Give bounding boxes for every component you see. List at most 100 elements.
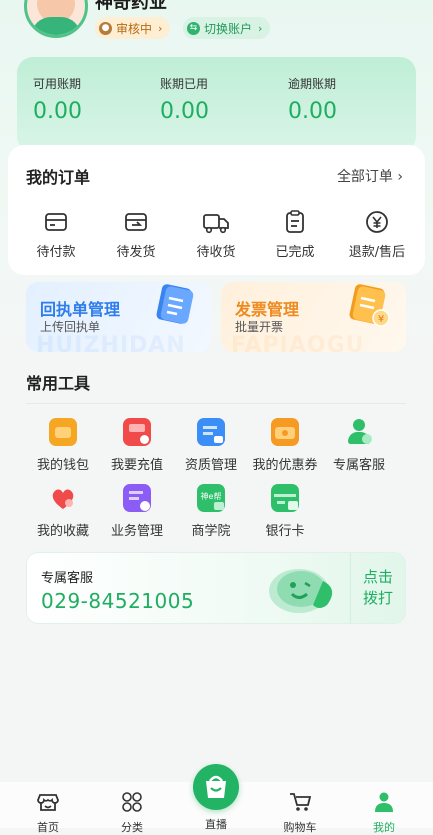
agent-icon — [345, 418, 373, 446]
cart-icon — [290, 793, 312, 811]
switch-account-button[interactable]: ⇆ 切换账户 › — [183, 17, 271, 39]
account-used[interactable]: 账期已用 0.00 — [160, 75, 209, 124]
tab-home[interactable]: 首页 — [18, 792, 78, 835]
order-pending-shipment[interactable]: 待发货 — [101, 209, 171, 260]
service-phone: 029-84521005 — [41, 589, 195, 613]
tool-label: 我要充值 — [110, 458, 163, 473]
account-value: 0.00 — [33, 99, 82, 124]
wallet-card-icon — [45, 213, 67, 231]
avatar-shirt — [31, 17, 81, 35]
account-overdue[interactable]: 逾期账期 0.00 — [288, 75, 337, 124]
tab-cart[interactable]: 购物车 — [270, 792, 330, 835]
tool-favorites[interactable]: 我的收藏 — [26, 484, 100, 539]
bank-card-icon — [271, 484, 299, 512]
order-refund[interactable]: 退款/售后 — [338, 209, 416, 260]
status-badge[interactable]: ● 审核中 › — [95, 17, 171, 39]
mascot-icon — [269, 569, 333, 613]
tool-qualification[interactable]: 资质管理 — [174, 418, 248, 473]
invoice-subtitle: 批量开票 — [235, 320, 284, 334]
tab-label: 购物车 — [283, 821, 317, 834]
grid-icon — [122, 792, 142, 812]
tab-category[interactable]: 分类 — [102, 792, 162, 835]
tool-wallet[interactable]: 我的钱包 — [26, 418, 100, 473]
gift-bag-icon — [206, 775, 226, 798]
business-icon — [123, 484, 151, 512]
receipt-title: 回执单管理 — [40, 300, 121, 319]
company-name: 神奇药业 — [95, 0, 167, 13]
invoice-management-card[interactable]: FAPIAOGU 发票管理 批量开票 ¥ — [221, 282, 406, 352]
receipt-management-card[interactable]: HUIZHIDAN 回执单管理 上传回执单 — [26, 282, 211, 352]
call-line2: 拨打 — [362, 589, 393, 607]
invoice-watermark: FAPIAOGU — [231, 333, 365, 352]
account-label: 逾期账期 — [288, 77, 337, 91]
tool-academy[interactable]: 神e帮 商学院 — [174, 484, 248, 539]
orders-card: 我的订单 全部订单 › 待付款 待发货 待收货 已完成 退款/售后 — [8, 145, 425, 275]
receipt-subtitle: 上传回执单 — [40, 320, 101, 334]
tools-title: 常用工具 — [26, 374, 91, 393]
tab-live-label: 直播 — [205, 818, 227, 831]
clipboard-check-icon — [286, 210, 304, 233]
receipt-watermark: HUIZHIDAN — [36, 333, 186, 352]
tool-bank-card[interactable]: 银行卡 — [248, 484, 322, 539]
tool-recharge[interactable]: 我要充值 — [100, 418, 174, 473]
tab-label: 首页 — [37, 821, 59, 834]
order-item-label: 待收货 — [196, 245, 236, 260]
coupon-icon — [271, 418, 299, 446]
account-value: 0.00 — [160, 99, 209, 124]
store-icon — [37, 794, 59, 811]
chevron-right-icon: › — [397, 169, 403, 185]
account-available[interactable]: 可用账期 0.00 — [33, 75, 82, 124]
invoice-icon: ¥ — [349, 284, 390, 327]
heart-icon — [49, 484, 77, 512]
tool-label: 我的钱包 — [36, 458, 89, 473]
invoice-title: 发票管理 — [235, 300, 300, 319]
tool-label: 资质管理 — [184, 458, 237, 473]
academy-badge: 神e帮 — [200, 492, 222, 501]
certificate-icon — [197, 418, 225, 446]
account-summary-card: 可用账期 0.00 账期已用 0.00 逾期账期 0.00 — [17, 57, 416, 152]
status-label: 审核中 — [116, 21, 153, 36]
yuan-refund-icon — [366, 211, 388, 233]
tool-agent[interactable]: 专属客服 — [322, 418, 396, 473]
account-value: 0.00 — [288, 99, 337, 124]
call-button[interactable]: 点击 拨打 — [350, 553, 405, 623]
all-orders-label: 全部订单 — [336, 169, 393, 185]
chevron-right-icon: › — [258, 21, 263, 35]
recharge-icon — [123, 418, 151, 446]
order-completed[interactable]: 已完成 — [260, 209, 330, 260]
academy-icon: 神e帮 — [197, 484, 225, 512]
switch-icon: ⇆ — [187, 21, 200, 35]
tool-business[interactable]: 业务管理 — [100, 484, 174, 539]
order-item-label: 待付款 — [36, 245, 76, 260]
tab-label: 分类 — [121, 821, 143, 834]
document-icon — [156, 284, 194, 324]
tool-coupon[interactable]: 我的优惠券 — [248, 418, 322, 473]
service-title: 专属客服 — [41, 571, 94, 586]
live-button[interactable] — [193, 764, 239, 810]
tool-label: 商学院 — [191, 524, 231, 539]
order-pending-payment[interactable]: 待付款 — [21, 209, 91, 260]
switch-account-label: 切换账户 — [204, 21, 253, 36]
order-item-label: 待发货 — [116, 245, 156, 260]
user-icon — [375, 792, 393, 812]
order-item-label: 退款/售后 — [348, 245, 406, 260]
user-icon: ● — [99, 21, 112, 35]
tab-mine[interactable]: 我的 — [354, 792, 414, 835]
svg-text:¥: ¥ — [378, 314, 384, 325]
all-orders-link[interactable]: 全部订单 › — [337, 166, 403, 186]
tool-label: 我的收藏 — [36, 524, 89, 539]
tool-label: 专属客服 — [332, 458, 385, 473]
wallet-icon — [49, 418, 77, 446]
truck-icon — [203, 214, 229, 234]
chevron-right-icon: › — [158, 21, 163, 35]
account-label: 账期已用 — [160, 77, 209, 91]
tab-label: 我的 — [373, 821, 395, 834]
order-item-label: 已完成 — [275, 245, 315, 260]
avatar[interactable] — [24, 0, 88, 38]
order-pending-receipt[interactable]: 待收货 — [181, 209, 251, 260]
tool-label: 业务管理 — [110, 524, 163, 539]
customer-service-card: 专属客服 029-84521005 点击 拨打 — [26, 552, 406, 624]
box-send-icon — [125, 213, 147, 231]
account-label: 可用账期 — [33, 77, 82, 91]
tool-label: 银行卡 — [265, 524, 305, 539]
